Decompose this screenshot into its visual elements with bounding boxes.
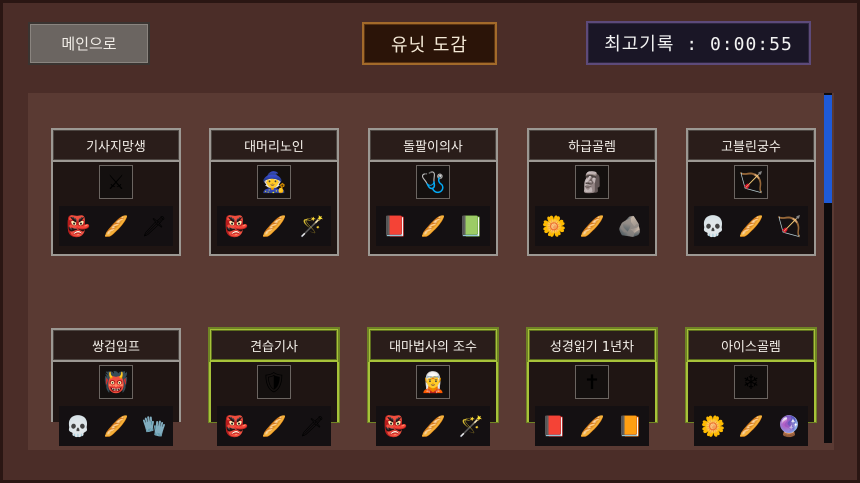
scrollbar[interactable] (824, 93, 832, 443)
item-icon[interactable]: 🥖 (259, 211, 289, 241)
unit-name: 기사지망생 (51, 128, 181, 162)
item-icon[interactable]: 💀 (698, 211, 728, 241)
unit-card-body: 🗿 🌼 🥖 🪨 (527, 162, 657, 256)
item-icon[interactable]: 💀 (63, 411, 93, 441)
unit-name: 돌팔이의사 (368, 128, 498, 162)
unit-name: 견습기사 (209, 328, 339, 362)
unit-card[interactable]: 아이스골렘 ❄ 🌼 🥖 🔮 (685, 327, 817, 446)
unit-items: 📕 🥖 📙 (535, 406, 649, 446)
item-icon[interactable]: 👺 (221, 411, 251, 441)
unit-card[interactable]: 견습기사 🛡 👺 🥖 🗡 (208, 327, 340, 446)
unit-card[interactable]: 쌍검임프 👹 💀 🥖 🧤 (51, 328, 181, 446)
unit-card-body: 🏹 💀 🥖 🏹 (686, 162, 816, 256)
unit-portrait-icon: 🏹 (734, 165, 768, 199)
item-icon[interactable]: 🗡 (139, 211, 169, 241)
item-icon[interactable]: 👺 (63, 211, 93, 241)
item-icon[interactable]: 🧤 (139, 411, 169, 441)
unit-portrait-icon: 🧙 (257, 165, 291, 199)
unit-portrait-icon: 🛡 (257, 365, 291, 399)
unit-portrait-icon: 👹 (99, 365, 133, 399)
unit-card-body: ✝ 📕 🥖 📙 (527, 362, 657, 446)
page-title: 유닛 도감 (362, 22, 497, 65)
unit-name: 아이스골렘 (686, 328, 816, 362)
main-menu-button[interactable]: 메인으로 (28, 22, 150, 65)
unit-items: 💀 🥖 🧤 (59, 406, 173, 446)
unit-card-body: 👹 💀 🥖 🧤 (51, 362, 181, 446)
unit-card-body: 🧙 👺 🥖 🪄 (209, 162, 339, 256)
unit-items: 📕 🥖 📗 (376, 206, 490, 246)
item-icon[interactable]: 📕 (539, 411, 569, 441)
item-icon[interactable]: 🌼 (698, 411, 728, 441)
item-icon[interactable]: 🥖 (101, 411, 131, 441)
unit-name: 성경읽기 1년차 (527, 328, 657, 362)
unit-card-body: 🛡 👺 🥖 🗡 (209, 362, 339, 446)
item-icon[interactable]: 🥖 (418, 411, 448, 441)
unit-name: 쌍검임프 (51, 328, 181, 362)
unit-card-body: 🧝 👺 🥖 🪄 (368, 362, 498, 446)
item-icon[interactable]: 🗡 (297, 411, 327, 441)
unit-items: 💀 🥖 🏹 (694, 206, 808, 246)
unit-card-body: ⚔ 👺 🥖 🗡 (51, 162, 181, 256)
unit-portrait-icon: 🗿 (575, 165, 609, 199)
unit-items: 👺 🥖 🪄 (217, 206, 331, 246)
unit-portrait-icon: 🩺 (416, 165, 450, 199)
unit-items: 🌼 🥖 🔮 (694, 406, 808, 446)
item-icon[interactable]: 🥖 (736, 211, 766, 241)
item-icon[interactable]: 🥖 (736, 411, 766, 441)
unit-items: 👺 🥖 🗡 (217, 406, 331, 446)
unit-card[interactable]: 대마법사의 조수 🧝 👺 🥖 🪄 (367, 327, 499, 446)
scrollbar-thumb[interactable] (824, 95, 832, 203)
item-icon[interactable]: 🌼 (539, 211, 569, 241)
item-icon[interactable]: 🥖 (577, 411, 607, 441)
item-icon[interactable]: 🪄 (297, 211, 327, 241)
unit-name: 대머리노인 (209, 128, 339, 162)
item-icon[interactable]: 🥖 (577, 211, 607, 241)
item-icon[interactable]: 📗 (456, 211, 486, 241)
unit-card-body: ❄ 🌼 🥖 🔮 (686, 362, 816, 446)
item-icon[interactable]: 👺 (380, 411, 410, 441)
unit-items: 🌼 🥖 🪨 (535, 206, 649, 246)
unit-name: 고블린궁수 (686, 128, 816, 162)
item-icon[interactable]: 📕 (380, 211, 410, 241)
unit-card[interactable]: 대머리노인 🧙 👺 🥖 🪄 (209, 128, 339, 256)
unit-card[interactable]: 하급골렘 🗿 🌼 🥖 🪨 (527, 128, 657, 256)
unit-portrait-icon: ✝ (575, 365, 609, 399)
unit-portrait-icon: ⚔ (99, 165, 133, 199)
item-icon[interactable]: 🔮 (774, 411, 804, 441)
unit-card[interactable]: 기사지망생 ⚔ 👺 🥖 🗡 (51, 128, 181, 256)
best-record: 최고기록 : 0:00:55 (586, 21, 811, 65)
unit-card[interactable]: 성경읽기 1년차 ✝ 📕 🥖 📙 (526, 327, 658, 446)
unit-portrait-icon: ❄ (734, 365, 768, 399)
unit-portrait-icon: 🧝 (416, 365, 450, 399)
unit-name: 대마법사의 조수 (368, 328, 498, 362)
item-icon[interactable]: 🥖 (101, 211, 131, 241)
unit-collection-panel: 기사지망생 ⚔ 👺 🥖 🗡 대머리노인 🧙 👺 🥖 🪄 돌팔이의사 🩺 📕 🥖 📗 하급골렘 🗿 🌼 🥖 🪨 고블린궁수… (28, 93, 834, 450)
item-icon[interactable]: 🪨 (615, 211, 645, 241)
unit-card[interactable]: 고블린궁수 🏹 💀 🥖 🏹 (686, 128, 816, 256)
unit-items: 👺 🥖 🗡 (59, 206, 173, 246)
item-icon[interactable]: 🥖 (259, 411, 289, 441)
unit-items: 👺 🥖 🪄 (376, 406, 490, 446)
unit-card[interactable]: 돌팔이의사 🩺 📕 🥖 📗 (368, 128, 498, 256)
unit-name: 하급골렘 (527, 128, 657, 162)
unit-card-body: 🩺 📕 🥖 📗 (368, 162, 498, 256)
item-icon[interactable]: 📙 (615, 411, 645, 441)
item-icon[interactable]: 🥖 (418, 211, 448, 241)
item-icon[interactable]: 👺 (221, 211, 251, 241)
item-icon[interactable]: 🏹 (774, 211, 804, 241)
item-icon[interactable]: 🪄 (456, 411, 486, 441)
